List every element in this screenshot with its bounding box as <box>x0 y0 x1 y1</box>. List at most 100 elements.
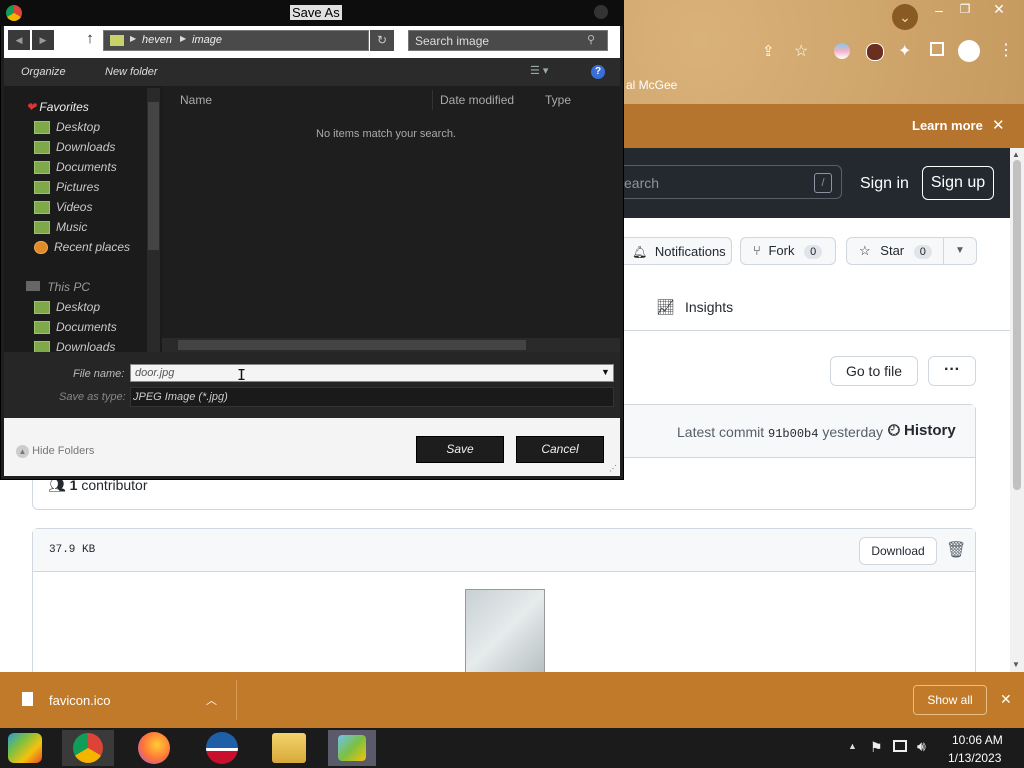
history-link[interactable]: 🕘︎ History <box>888 422 956 439</box>
restore-button[interactable]: ❐ <box>956 2 974 18</box>
nav-item-label: Desktop <box>56 300 101 314</box>
nav-item-documents[interactable]: Documents <box>34 160 117 175</box>
nav-item-desktop[interactable]: Desktop <box>34 120 100 135</box>
download-button[interactable]: Download <box>859 537 937 565</box>
this-pc-header[interactable]: This PC <box>26 280 90 294</box>
extension-flag-icon[interactable] <box>834 43 850 59</box>
profile-avatar-icon[interactable] <box>958 40 980 62</box>
fork-button[interactable]: ⑂ Fork 0 <box>740 237 836 265</box>
nav-item-pictures[interactable]: Pictures <box>34 180 100 195</box>
scroll-down-arrow[interactable]: ▼ <box>1012 660 1020 669</box>
file-list-pane <box>162 86 620 352</box>
nav-scrollbar[interactable] <box>147 88 160 352</box>
chrome-menu-icon[interactable]: ⋮ <box>998 40 1014 60</box>
close-download-shelf-icon[interactable]: ✕ <box>1000 691 1012 708</box>
go-to-file-button[interactable]: Go to file <box>830 356 918 386</box>
nav-item-videos[interactable]: Videos <box>34 200 92 215</box>
show-hidden-icons-button[interactable]: ▲ <box>848 741 857 751</box>
banner-close-icon[interactable]: ✕ <box>992 116 1005 134</box>
up-arrow-button[interactable]: ↑ <box>82 30 98 50</box>
nav-item-pc-downloads[interactable]: Downloads <box>34 340 115 352</box>
nav-item-label: Pictures <box>56 180 100 194</box>
chrome-tab-search-button[interactable]: ⌄ <box>892 4 918 30</box>
taskbar-firefox-icon[interactable] <box>138 732 170 764</box>
sign-in-link[interactable]: Sign in <box>860 175 909 193</box>
start-button[interactable] <box>8 733 42 763</box>
taskbar-file-explorer-icon[interactable] <box>272 733 306 763</box>
help-icon[interactable]: ? <box>591 65 605 79</box>
taskbar-chrome-icon[interactable] <box>62 730 114 766</box>
path-segment-image[interactable]: image <box>192 34 222 46</box>
cancel-button[interactable]: Cancel <box>516 436 604 463</box>
save-button[interactable]: Save <box>416 436 504 463</box>
column-header-date-modified[interactable]: Date modified <box>440 93 514 107</box>
forward-button[interactable]: ▶ <box>32 30 54 50</box>
more-options-button[interactable]: ··· <box>928 356 976 386</box>
path-sep-icon: ▶ <box>180 34 187 43</box>
view-options-icon[interactable]: ☰ ▾ <box>530 64 548 77</box>
dialog-search-input[interactable]: Search image ⚲ <box>408 30 608 51</box>
save-type-select[interactable]: JPEG Image (*.jpg) <box>130 387 614 407</box>
nav-item-downloads[interactable]: Downloads <box>34 140 115 155</box>
volume-icon[interactable]: 🔊︎ <box>917 738 926 755</box>
favorites-header[interactable]: ❤ Favorites <box>26 100 89 114</box>
scroll-thumb[interactable] <box>1013 160 1021 490</box>
recent-places-icon <box>34 241 48 255</box>
notifications-button[interactable]: 🔔︎ Notifications <box>624 237 732 265</box>
minimize-button[interactable]: – <box>930 2 948 18</box>
trash-icon[interactable]: 🗑︎ <box>946 540 966 560</box>
nav-scroll-thumb[interactable] <box>148 102 159 250</box>
column-header-type[interactable]: Type <box>545 93 571 107</box>
nav-item-recent-places[interactable]: Recent places <box>34 240 131 255</box>
search-input[interactable]: earch / <box>624 165 842 199</box>
file-size: 37.9 KB <box>49 544 96 556</box>
flag-icon[interactable]: ⚑ <box>870 739 883 756</box>
hide-folders-label: Hide Folders <box>32 445 95 457</box>
bookmark-item[interactable]: al McGee <box>626 78 677 92</box>
star-button[interactable]: ☆ Star 0 <box>846 237 944 265</box>
download-item-name[interactable]: favicon.ico <box>49 693 110 708</box>
text-cursor-icon: I <box>237 366 247 384</box>
extensions-puzzle-icon[interactable]: ✦ <box>898 41 911 61</box>
new-folder-button[interactable]: New folder <box>105 66 158 78</box>
file-name-dropdown-icon[interactable]: ▼ <box>601 367 610 377</box>
bookmark-star-icon[interactable]: ☆ <box>794 41 808 61</box>
clock-date[interactable]: 1/13/2023 <box>948 751 1001 765</box>
nav-item-label: Recent places <box>54 240 131 254</box>
resize-grip-icon[interactable]: ⋰ <box>609 464 617 473</box>
sign-up-button[interactable]: Sign up <box>922 166 994 200</box>
path-breadcrumb[interactable]: ▶ heven ▶ image <box>103 30 369 51</box>
h-scroll-thumb[interactable] <box>178 340 526 350</box>
taskbar-app-icon[interactable] <box>206 732 238 764</box>
nav-item-music[interactable]: Music <box>34 220 87 235</box>
back-button[interactable]: ◀ <box>8 30 30 50</box>
path-segment-heven[interactable]: heven <box>142 34 172 46</box>
learn-more-link[interactable]: Learn more <box>912 118 983 133</box>
nav-item-pc-desktop[interactable]: Desktop <box>34 300 101 315</box>
side-panel-icon[interactable] <box>930 42 944 56</box>
column-header-name[interactable]: Name <box>180 93 212 107</box>
hide-folders-button[interactable]: ▲ Hide Folders <box>16 445 94 458</box>
show-all-button[interactable]: Show all <box>913 685 987 715</box>
taskbar-control-panel-icon[interactable] <box>328 730 376 766</box>
scroll-up-arrow[interactable]: ▲ <box>1012 150 1020 159</box>
pictures-icon <box>34 181 50 195</box>
profile-extension-icon[interactable] <box>866 43 884 61</box>
organize-menu[interactable]: Organize <box>21 66 66 78</box>
star-dropdown-button[interactable]: ▼ <box>943 237 977 265</box>
chevron-up-icon[interactable]: ︿ <box>206 692 217 708</box>
commit-hash[interactable]: 91b00b4 <box>768 427 818 441</box>
nav-item-pc-documents[interactable]: Documents <box>34 320 117 335</box>
close-window-button[interactable]: ✕ <box>990 1 1008 17</box>
dialog-close-button[interactable] <box>594 5 608 19</box>
network-icon[interactable] <box>893 740 907 752</box>
save-type-label: Save as type: <box>59 391 126 403</box>
clock-time[interactable]: 10:06 AM <box>952 733 1003 747</box>
share-icon[interactable]: ⇪ <box>762 42 775 60</box>
documents-icon <box>34 161 50 175</box>
horizontal-scrollbar[interactable] <box>162 338 620 352</box>
file-name-input[interactable]: door.jpg ▼ <box>130 364 614 382</box>
tab-insights[interactable]: 📈︎ Insights <box>656 298 733 316</box>
desktop-icon <box>34 121 50 135</box>
refresh-button[interactable]: ↻ <box>370 30 394 51</box>
